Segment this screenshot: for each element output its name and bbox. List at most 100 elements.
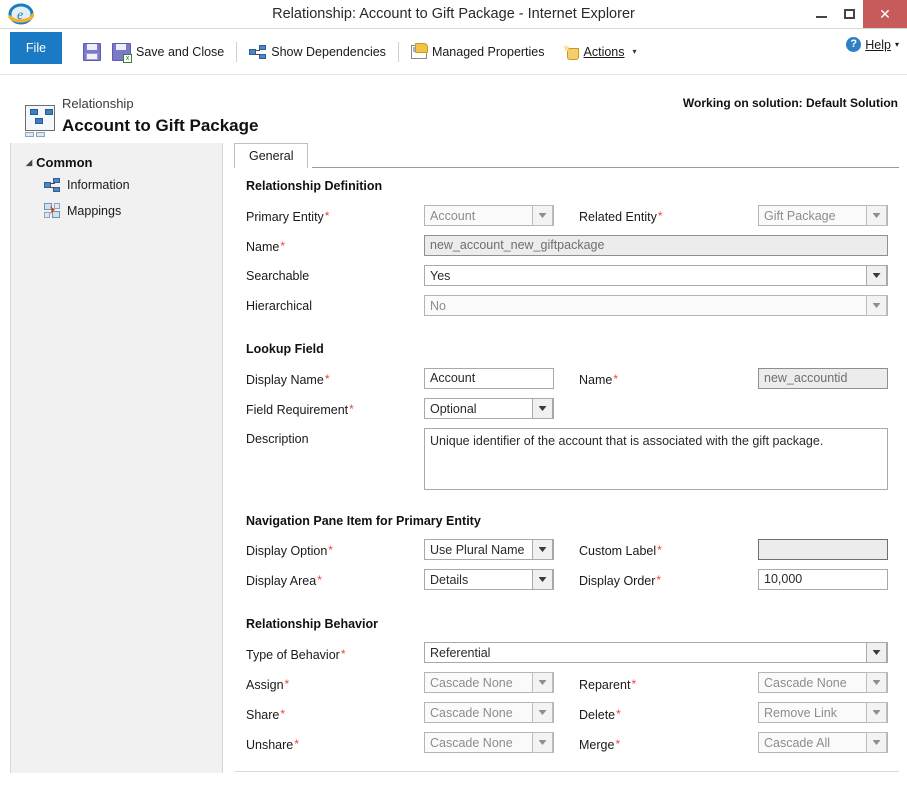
searchable-select[interactable]: Yes xyxy=(424,265,888,286)
section-title-navigation-pane: Navigation Pane Item for Primary Entity xyxy=(246,514,481,528)
expand-collapse-icon[interactable]: ◢ xyxy=(26,158,32,167)
label-related-entity: Related Entity* xyxy=(579,209,663,224)
assign-select[interactable]: Cascade None xyxy=(424,672,554,693)
title-bar: e Relationship: Account to Gift Package … xyxy=(0,0,907,29)
field-requirement-select[interactable]: Optional xyxy=(424,398,554,419)
display-name-input[interactable]: Account xyxy=(424,368,554,389)
toolbar-separator xyxy=(236,41,238,62)
reparent-select[interactable]: Cascade None xyxy=(758,672,888,693)
label-text: Searchable xyxy=(246,269,310,283)
label-text: Hierarchical xyxy=(246,299,312,313)
section-title-lookup-field: Lookup Field xyxy=(246,342,324,356)
label-assign: Assign* xyxy=(246,677,289,692)
chevron-down-icon[interactable] xyxy=(866,732,887,753)
hierarchical-select[interactable]: No xyxy=(424,295,888,316)
label-text: Unshare xyxy=(246,738,294,752)
body-area: ◢ Common Information Mappings General Rel… xyxy=(0,143,907,790)
label-display-name: Display Name* xyxy=(246,372,329,387)
label-text: Display Order xyxy=(579,574,656,588)
label-description: Description xyxy=(246,432,309,446)
merge-select[interactable]: Cascade All xyxy=(758,732,888,753)
command-list: Save and Close Show Dependencies Managed… xyxy=(74,29,907,74)
required-marker: * xyxy=(616,707,621,721)
chevron-down-icon[interactable] xyxy=(866,702,887,723)
dependencies-icon xyxy=(249,44,267,59)
chevron-down-icon[interactable] xyxy=(866,672,887,693)
chevron-down-icon[interactable] xyxy=(866,295,887,316)
required-marker: * xyxy=(349,402,354,416)
chevron-down-icon[interactable] xyxy=(532,672,553,693)
required-marker: * xyxy=(324,372,330,386)
label-text: Type of Behavior xyxy=(246,648,340,662)
help-chevron-down-icon: ▾ xyxy=(894,40,899,49)
tab-strip-underline xyxy=(312,167,899,168)
type-of-behavior-value: Referential xyxy=(430,645,491,660)
help-menu-button[interactable]: ? Help ▾ xyxy=(846,37,899,52)
internet-explorer-icon: e xyxy=(8,3,35,25)
maximize-button[interactable] xyxy=(835,0,863,28)
chevron-down-icon[interactable] xyxy=(866,642,887,663)
display-area-value: Details xyxy=(430,572,469,587)
merge-value: Cascade All xyxy=(764,735,831,750)
chevron-down-icon[interactable] xyxy=(532,732,553,753)
sidebar-item-label: Mappings xyxy=(67,203,122,218)
show-dependencies-button[interactable]: Show Dependencies xyxy=(240,37,395,67)
minimize-button[interactable] xyxy=(807,0,835,28)
actions-menu-button[interactable]: Actions ▾ xyxy=(554,37,646,67)
chevron-down-icon[interactable] xyxy=(532,539,553,560)
close-button[interactable]: ✕ xyxy=(863,0,907,28)
tab-general[interactable]: General xyxy=(234,143,309,168)
file-tab[interactable]: File xyxy=(10,32,62,64)
label-text: Share xyxy=(246,708,280,722)
save-button[interactable] xyxy=(74,37,103,67)
required-marker: * xyxy=(631,677,637,691)
custom-label-input[interactable] xyxy=(758,539,888,560)
label-relationship-name: Name* xyxy=(246,239,285,254)
primary-entity-select[interactable]: Account xyxy=(424,205,554,226)
label-text: Merge xyxy=(579,738,615,752)
managed-properties-button[interactable]: Managed Properties xyxy=(402,37,554,67)
required-marker: * xyxy=(294,737,299,751)
chevron-down-icon[interactable] xyxy=(866,205,887,226)
lookup-name-input[interactable]: new_accountid xyxy=(758,368,888,389)
delete-value: Remove Link xyxy=(764,705,837,720)
sidebar-item-mappings[interactable]: Mappings xyxy=(44,203,121,218)
help-label: Help xyxy=(865,37,891,52)
label-display-order: Display Order* xyxy=(579,573,661,588)
chevron-down-icon[interactable] xyxy=(532,702,553,723)
label-text: Reparent xyxy=(579,678,631,692)
required-marker: * xyxy=(656,573,662,587)
chevron-down-icon[interactable] xyxy=(532,569,553,590)
chevron-down-icon[interactable] xyxy=(866,265,887,286)
chevron-down-icon[interactable] xyxy=(532,398,553,419)
required-marker: * xyxy=(340,647,346,661)
delete-select[interactable]: Remove Link xyxy=(758,702,888,723)
label-text: Primary Entity xyxy=(246,210,324,224)
record-type-label: Relationship xyxy=(62,96,134,111)
command-bar: File Save and Close Show Dependencies Ma… xyxy=(0,29,907,75)
unshare-select[interactable]: Cascade None xyxy=(424,732,554,753)
sidebar-group-common[interactable]: ◢ Common xyxy=(26,155,93,170)
form-content: General Relationship Definition Primary … xyxy=(234,143,899,783)
show-dependencies-label: Show Dependencies xyxy=(271,44,386,59)
required-marker: * xyxy=(284,677,290,691)
information-icon xyxy=(44,178,60,192)
display-order-input[interactable]: 10,000 xyxy=(758,569,888,590)
navigation-sidebar: ◢ Common Information Mappings xyxy=(10,143,223,773)
related-entity-select[interactable]: Gift Package xyxy=(758,205,888,226)
display-option-select[interactable]: Use Plural Name xyxy=(424,539,554,560)
solution-context-label: Working on solution: Default Solution xyxy=(682,96,898,110)
type-of-behavior-select[interactable]: Referential xyxy=(424,642,888,663)
share-select[interactable]: Cascade None xyxy=(424,702,554,723)
required-marker: * xyxy=(280,239,286,253)
display-area-select[interactable]: Details xyxy=(424,569,554,590)
required-marker: * xyxy=(328,543,333,557)
sidebar-item-information[interactable]: Information xyxy=(44,178,130,192)
save-and-close-button[interactable]: Save and Close xyxy=(103,37,233,67)
label-text: Related Entity xyxy=(579,210,657,224)
chevron-down-icon[interactable] xyxy=(532,205,553,226)
form-bottom-rule xyxy=(234,771,899,772)
section-title-relationship-behavior: Relationship Behavior xyxy=(246,617,378,631)
relationship-name-input[interactable]: new_account_new_giftpackage xyxy=(424,235,888,256)
description-textarea[interactable]: Unique identifier of the account that is… xyxy=(424,428,888,490)
